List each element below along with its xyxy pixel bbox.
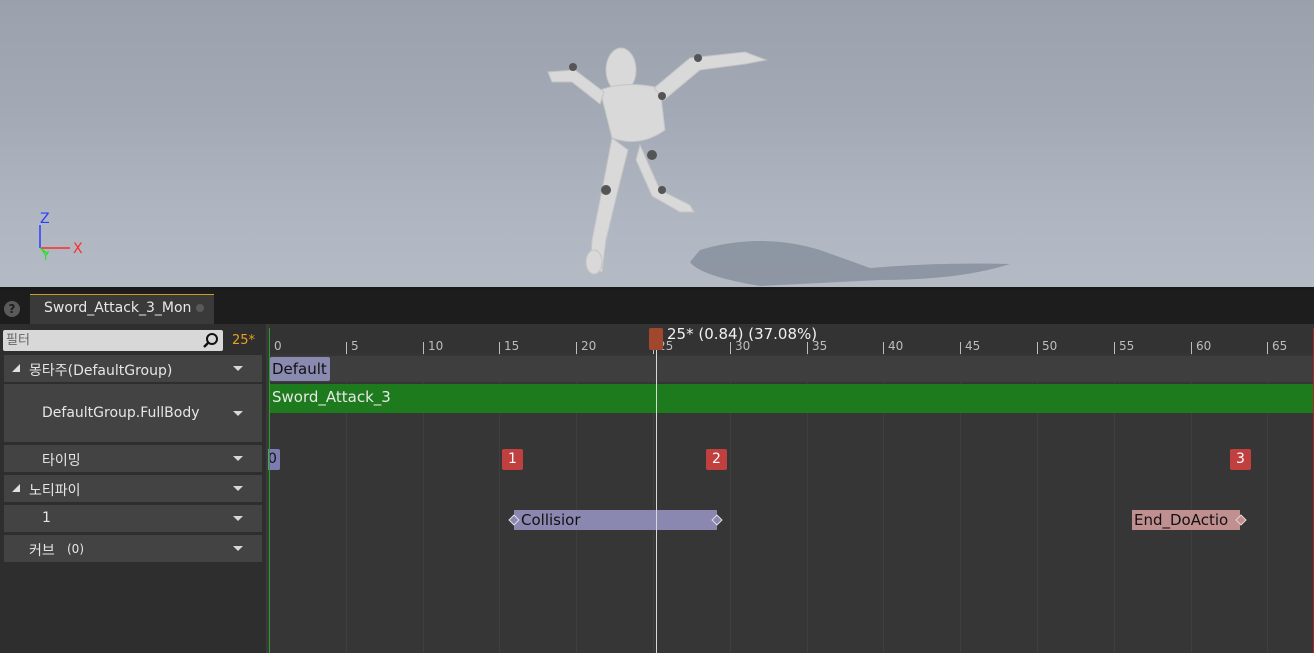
expand-arrow-icon[interactable] <box>12 364 20 372</box>
segment-label: Sword_Attack_3 <box>272 388 391 406</box>
ruler-tick <box>576 342 577 354</box>
preview-viewport[interactable]: Z X Y <box>0 0 1314 287</box>
ruler-tick-label: 55 <box>1119 339 1135 353</box>
playhead-line <box>656 340 657 653</box>
ruler-tick-label: 0 <box>274 339 282 353</box>
track-row-montage[interactable]: 몽타주(DefaultGroup) <box>4 355 262 382</box>
ruler-tick <box>423 342 424 354</box>
axis-x-label: X <box>73 241 83 257</box>
ruler-tick <box>883 342 884 354</box>
track-row-notify-1[interactable]: 1 <box>4 505 262 532</box>
section-default[interactable]: Default <box>270 357 330 381</box>
axis-z-label: Z <box>40 211 50 227</box>
timing-marker-1[interactable]: 1 <box>502 449 523 470</box>
ruler-tick-label: 50 <box>1042 339 1058 353</box>
current-frame-label: 25* <box>232 333 256 348</box>
ruler-tick <box>730 342 731 354</box>
ruler-tick <box>499 342 500 354</box>
ruler-tick-label: 40 <box>888 339 904 353</box>
ruler-tick <box>1267 342 1268 354</box>
track-label-montage: 몽타주(DefaultGroup) <box>29 363 173 379</box>
track-label-timing: 타이밍 <box>42 453 81 469</box>
ruler-tick <box>1191 342 1192 354</box>
track-row-notifies[interactable]: 노티파이 <box>4 475 262 502</box>
expand-arrow-icon[interactable] <box>12 484 20 492</box>
notify-state-collision[interactable]: Collisior <box>514 510 717 530</box>
ruler-tick <box>960 342 961 354</box>
start-marker <box>269 328 270 653</box>
track-row-timing[interactable]: 타이밍 <box>4 445 262 472</box>
playhead-label: 25* (0.84) (37.08%) <box>667 325 818 343</box>
ruler-tick <box>1114 342 1115 354</box>
track-label-curves: 커브 <box>29 543 55 559</box>
chevron-down-icon[interactable] <box>233 411 243 416</box>
notify-end-doaction[interactable]: End_DoActio <box>1132 510 1240 530</box>
help-icon[interactable]: ? <box>4 301 20 317</box>
tab-title: Sword_Attack_3_Mon <box>44 300 192 316</box>
track-row-curves[interactable]: 커브 (0) <box>4 535 262 562</box>
axis-y-label: Y <box>42 249 50 263</box>
chevron-down-icon[interactable] <box>233 456 243 461</box>
track-label-notify-1: 1 <box>42 510 51 526</box>
track-label-slot: DefaultGroup.FullBody <box>42 405 200 421</box>
curves-count: (0) <box>67 542 84 556</box>
ruler-tick-label: 10 <box>428 339 444 353</box>
track-row-slot[interactable]: DefaultGroup.FullBody <box>4 384 262 442</box>
chevron-down-icon[interactable] <box>233 516 243 521</box>
chevron-down-icon[interactable] <box>233 486 243 491</box>
ruler-tick <box>1037 342 1038 354</box>
ruler-tick-label: 15 <box>504 339 520 353</box>
ruler-tick-label: 60 <box>1196 339 1212 353</box>
section-track <box>269 356 1314 382</box>
chevron-down-icon[interactable] <box>233 366 243 371</box>
playhead-handle[interactable] <box>649 328 663 350</box>
chevron-down-icon[interactable] <box>233 546 243 551</box>
ruler-tick-label: 5 <box>351 339 359 353</box>
timing-marker-2[interactable]: 2 <box>706 449 727 470</box>
animation-segment[interactable] <box>269 384 1314 413</box>
ruler-tick <box>346 342 347 354</box>
ruler-tick-label: 65 <box>1272 339 1288 353</box>
ruler-tick-label: 45 <box>965 339 981 353</box>
ruler-tick <box>807 342 808 354</box>
filter-input[interactable] <box>6 331 196 350</box>
ruler-tick-label: 20 <box>581 339 597 353</box>
track-label-notifies: 노티파이 <box>29 483 81 499</box>
search-icon[interactable] <box>202 332 220 350</box>
character-preview <box>39 47 1010 286</box>
timing-marker-3[interactable]: 3 <box>1230 449 1251 470</box>
close-icon[interactable] <box>196 304 204 312</box>
